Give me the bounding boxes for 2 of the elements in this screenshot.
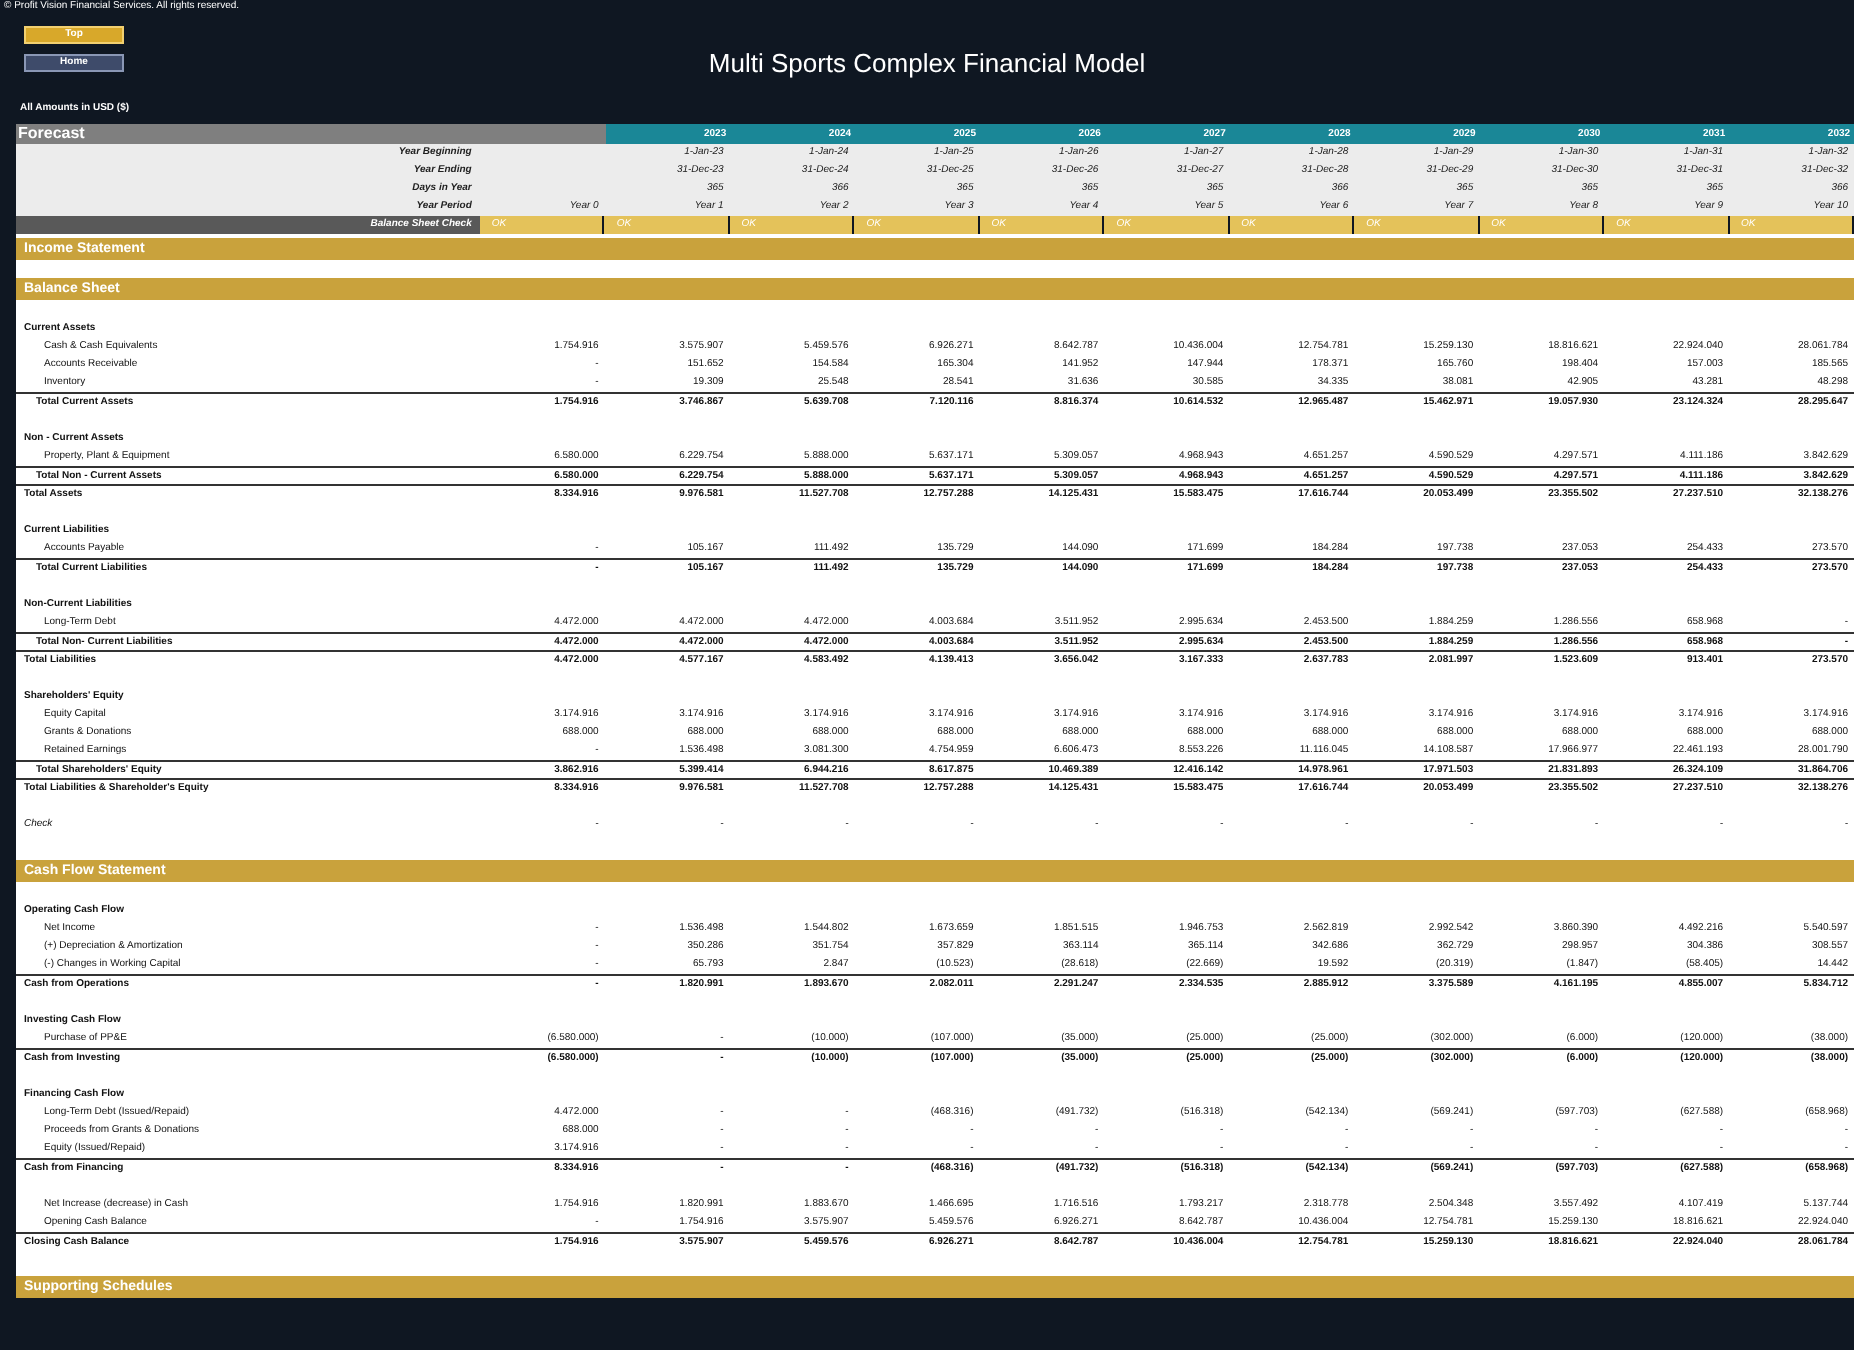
page-title: Multi Sports Complex Financial Model	[708, 46, 1146, 82]
sheet-label: Forecast	[16, 124, 606, 144]
